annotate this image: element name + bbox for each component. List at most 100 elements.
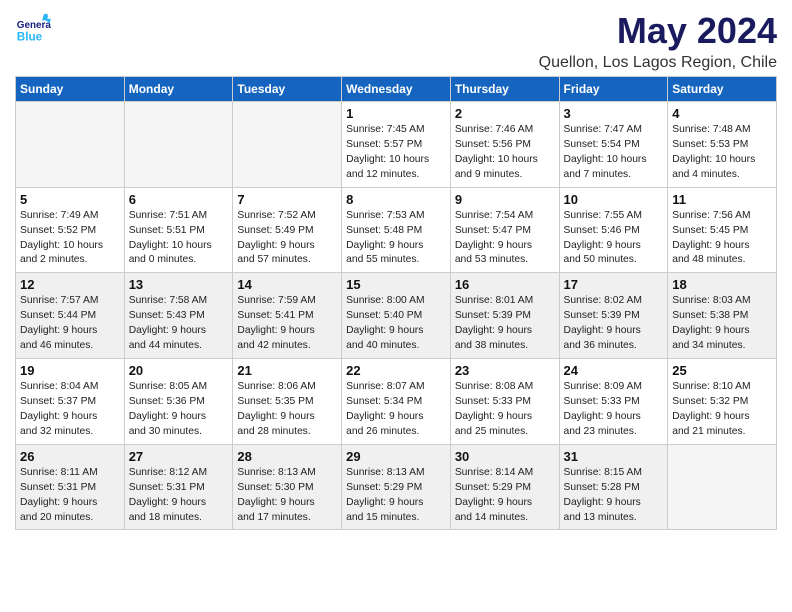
day-cell: 6 Sunrise: 7:51 AM Sunset: 5:51 PM Daylig…	[124, 187, 233, 273]
day-number: 21	[237, 363, 337, 378]
day-number: 31	[564, 449, 664, 464]
day-info: Sunrise: 7:45 AM Sunset: 5:57 PM Dayligh…	[346, 123, 446, 183]
page-title: May 2024	[539, 10, 777, 52]
day-cell: 9Sunrise: 7:54 AM Sunset: 5:47 PM Daylig…	[450, 187, 559, 273]
day-number: 4	[672, 106, 772, 121]
day-number: 18	[672, 277, 772, 292]
day-info: Sunrise: 8:01 AM Sunset: 5:39 PM Dayligh…	[455, 294, 555, 354]
day-info: Sunrise: 7:56 AM Sunset: 5:45 PM Dayligh…	[672, 209, 772, 269]
day-info: Sunrise: 7:49 AM Sunset: 5:52 PM Dayligh…	[20, 209, 120, 269]
day-number: 7	[237, 192, 337, 207]
day-info: Sunrise: 8:00 AM Sunset: 5:40 PM Dayligh…	[346, 294, 446, 354]
day-cell	[668, 444, 777, 530]
col-saturday: Saturday	[668, 77, 777, 102]
day-cell: 8 Sunrise: 7:53 AM Sunset: 5:48 PM Daylig…	[342, 187, 451, 273]
col-tuesday: Tuesday	[233, 77, 342, 102]
day-cell: 5 Sunrise: 7:49 AM Sunset: 5:52 PM Daylig…	[16, 187, 125, 273]
page-header: General Blue May 2024 Quellon, Los Lagos…	[15, 10, 777, 72]
day-info: Sunrise: 8:08 AM Sunset: 5:33 PM Dayligh…	[455, 380, 555, 440]
day-number: 30	[455, 449, 555, 464]
calendar-table: Sunday Monday Tuesday Wednesday Thursday…	[15, 76, 777, 530]
logo-icon: General Blue	[15, 10, 51, 46]
day-info: Sunrise: 8:09 AM Sunset: 5:33 PM Dayligh…	[564, 380, 664, 440]
day-cell: 19 Sunrise: 8:04 AM Sunset: 5:37 PM Dayli…	[16, 359, 125, 445]
day-cell: 22Sunrise: 8:07 AM Sunset: 5:34 PM Dayli…	[342, 359, 451, 445]
day-number: 10	[564, 192, 664, 207]
col-wednesday: Wednesday	[342, 77, 451, 102]
svg-text:Blue: Blue	[17, 31, 43, 44]
header-row: Sunday Monday Tuesday Wednesday Thursday…	[16, 77, 777, 102]
day-info: Sunrise: 7:55 AM Sunset: 5:46 PM Dayligh…	[564, 209, 664, 269]
day-info: Sunrise: 7:47 AM Sunset: 5:54 PM Dayligh…	[564, 123, 664, 183]
day-cell: 10 Sunrise: 7:55 AM Sunset: 5:46 PM Dayli…	[559, 187, 668, 273]
day-info: Sunrise: 8:05 AM Sunset: 5:36 PM Dayligh…	[129, 380, 229, 440]
week-row-5: 26 Sunrise: 8:11 AM Sunset: 5:31 PM Dayli…	[16, 444, 777, 530]
day-number: 13	[129, 277, 229, 292]
week-row-3: 12Sunrise: 7:57 AM Sunset: 5:44 PM Dayli…	[16, 273, 777, 359]
day-number: 11	[672, 192, 772, 207]
day-info: Sunrise: 7:48 AM Sunset: 5:53 PM Dayligh…	[672, 123, 772, 183]
day-cell: 14 Sunrise: 7:59 AM Sunset: 5:41 PM Dayli…	[233, 273, 342, 359]
week-row-1: 1Sunrise: 7:45 AM Sunset: 5:57 PM Daylig…	[16, 102, 777, 188]
title-block: May 2024 Quellon, Los Lagos Region, Chil…	[539, 10, 777, 72]
day-cell: 2Sunrise: 7:46 AM Sunset: 5:56 PM Daylig…	[450, 102, 559, 188]
day-info: Sunrise: 8:04 AM Sunset: 5:37 PM Dayligh…	[20, 380, 120, 440]
day-number: 20	[129, 363, 229, 378]
day-info: Sunrise: 8:06 AM Sunset: 5:35 PM Dayligh…	[237, 380, 337, 440]
day-info: Sunrise: 8:11 AM Sunset: 5:31 PM Dayligh…	[20, 466, 120, 526]
day-cell	[233, 102, 342, 188]
day-cell: 12Sunrise: 7:57 AM Sunset: 5:44 PM Dayli…	[16, 273, 125, 359]
day-number: 26	[20, 449, 120, 464]
day-number: 3	[564, 106, 664, 121]
day-info: Sunrise: 8:13 AM Sunset: 5:29 PM Dayligh…	[346, 466, 446, 526]
day-cell: 25 Sunrise: 8:10 AM Sunset: 5:32 PM Dayli…	[668, 359, 777, 445]
day-number: 23	[455, 363, 555, 378]
day-info: Sunrise: 8:07 AM Sunset: 5:34 PM Dayligh…	[346, 380, 446, 440]
day-cell: 26 Sunrise: 8:11 AM Sunset: 5:31 PM Dayli…	[16, 444, 125, 530]
col-thursday: Thursday	[450, 77, 559, 102]
day-number: 9	[455, 192, 555, 207]
day-cell	[16, 102, 125, 188]
day-cell: 28 Sunrise: 8:13 AM Sunset: 5:30 PM Dayli…	[233, 444, 342, 530]
day-info: Sunrise: 7:58 AM Sunset: 5:43 PM Dayligh…	[129, 294, 229, 354]
logo: General Blue	[15, 10, 55, 46]
day-number: 15	[346, 277, 446, 292]
col-sunday: Sunday	[16, 77, 125, 102]
col-monday: Monday	[124, 77, 233, 102]
day-number: 19	[20, 363, 120, 378]
day-number: 2	[455, 106, 555, 121]
day-info: Sunrise: 8:02 AM Sunset: 5:39 PM Dayligh…	[564, 294, 664, 354]
day-number: 17	[564, 277, 664, 292]
calendar-header: Sunday Monday Tuesday Wednesday Thursday…	[16, 77, 777, 102]
day-cell: 29Sunrise: 8:13 AM Sunset: 5:29 PM Dayli…	[342, 444, 451, 530]
week-row-2: 5 Sunrise: 7:49 AM Sunset: 5:52 PM Daylig…	[16, 187, 777, 273]
day-info: Sunrise: 7:59 AM Sunset: 5:41 PM Dayligh…	[237, 294, 337, 354]
calendar-body: 1Sunrise: 7:45 AM Sunset: 5:57 PM Daylig…	[16, 102, 777, 530]
day-cell: 31 Sunrise: 8:15 AM Sunset: 5:28 PM Dayli…	[559, 444, 668, 530]
week-row-4: 19 Sunrise: 8:04 AM Sunset: 5:37 PM Dayli…	[16, 359, 777, 445]
day-number: 24	[564, 363, 664, 378]
day-number: 28	[237, 449, 337, 464]
day-info: Sunrise: 8:10 AM Sunset: 5:32 PM Dayligh…	[672, 380, 772, 440]
day-info: Sunrise: 8:15 AM Sunset: 5:28 PM Dayligh…	[564, 466, 664, 526]
page-subtitle: Quellon, Los Lagos Region, Chile	[539, 54, 777, 72]
day-info: Sunrise: 7:51 AM Sunset: 5:51 PM Dayligh…	[129, 209, 229, 269]
day-number: 14	[237, 277, 337, 292]
day-cell: 1Sunrise: 7:45 AM Sunset: 5:57 PM Daylig…	[342, 102, 451, 188]
day-number: 8	[346, 192, 446, 207]
day-number: 16	[455, 277, 555, 292]
day-number: 6	[129, 192, 229, 207]
day-info: Sunrise: 8:13 AM Sunset: 5:30 PM Dayligh…	[237, 466, 337, 526]
day-number: 5	[20, 192, 120, 207]
day-cell: 7 Sunrise: 7:52 AM Sunset: 5:49 PM Daylig…	[233, 187, 342, 273]
day-cell: 4 Sunrise: 7:48 AM Sunset: 5:53 PM Daylig…	[668, 102, 777, 188]
day-cell: 17 Sunrise: 8:02 AM Sunset: 5:39 PM Dayli…	[559, 273, 668, 359]
day-info: Sunrise: 7:57 AM Sunset: 5:44 PM Dayligh…	[20, 294, 120, 354]
day-cell: 18Sunrise: 8:03 AM Sunset: 5:38 PM Dayli…	[668, 273, 777, 359]
day-number: 25	[672, 363, 772, 378]
day-info: Sunrise: 7:52 AM Sunset: 5:49 PM Dayligh…	[237, 209, 337, 269]
day-info: Sunrise: 7:53 AM Sunset: 5:48 PM Dayligh…	[346, 209, 446, 269]
day-cell: 24 Sunrise: 8:09 AM Sunset: 5:33 PM Dayli…	[559, 359, 668, 445]
svg-text:General: General	[17, 20, 51, 31]
day-cell: 13 Sunrise: 7:58 AM Sunset: 5:43 PM Dayli…	[124, 273, 233, 359]
